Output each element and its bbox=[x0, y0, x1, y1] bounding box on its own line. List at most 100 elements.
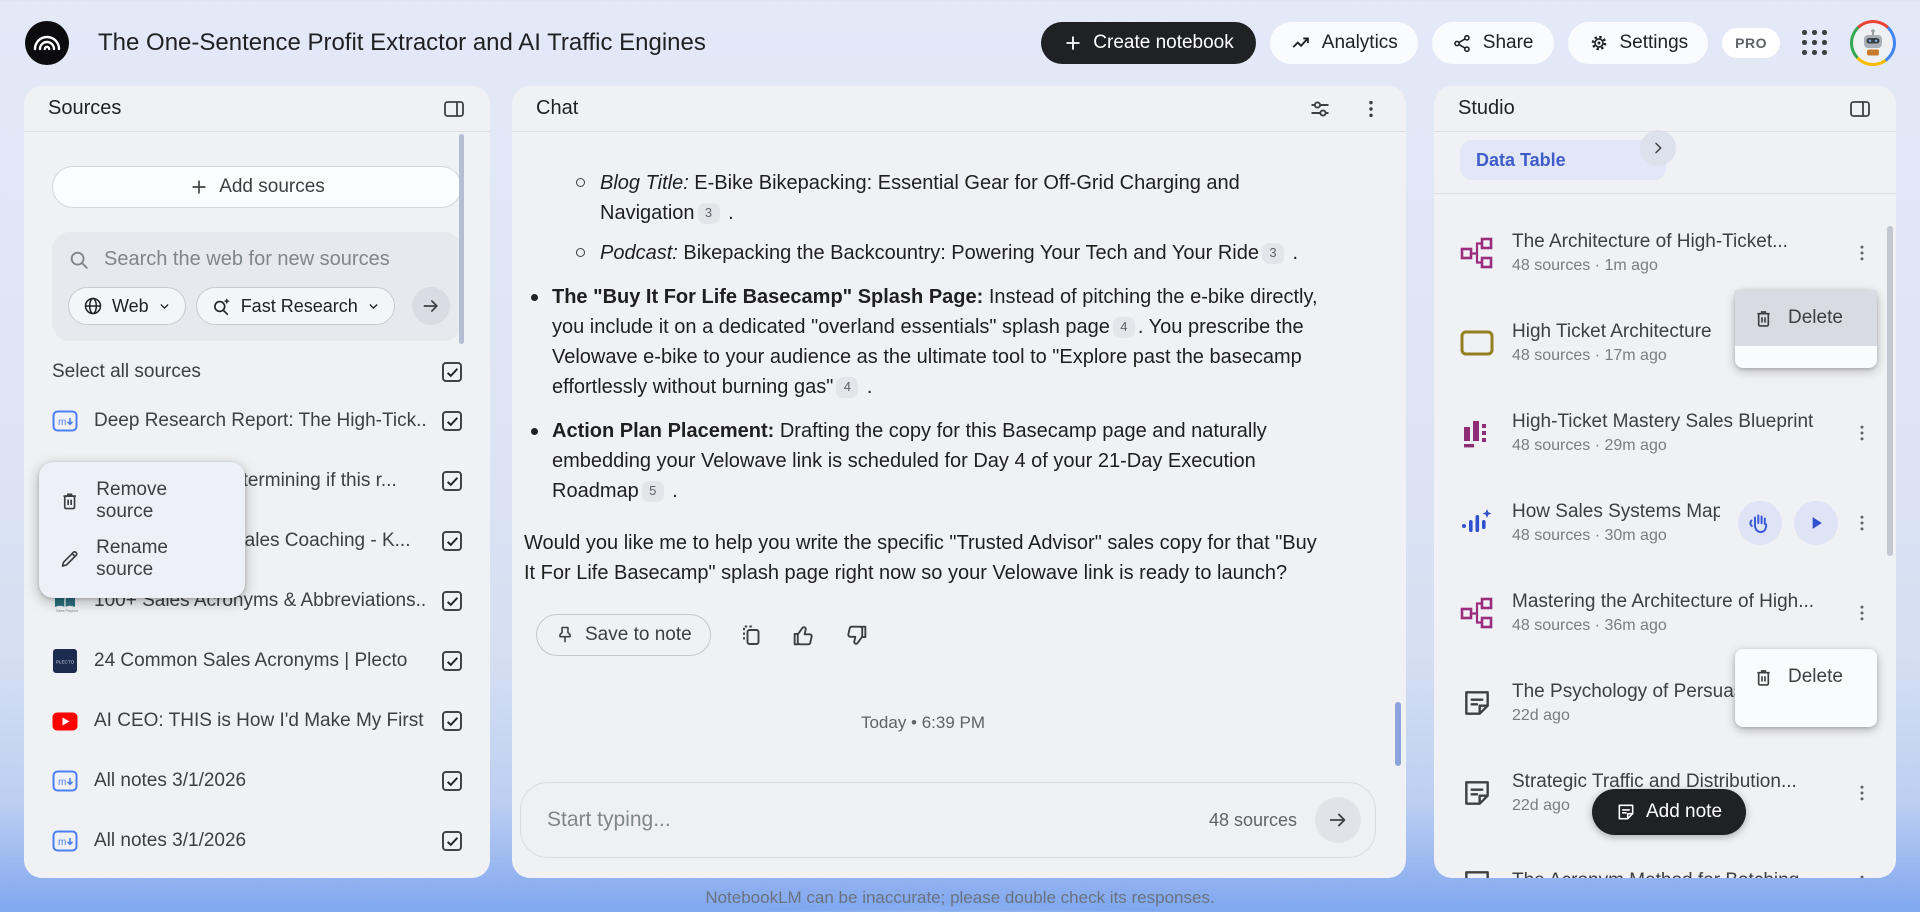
source-checkbox[interactable] bbox=[442, 711, 462, 731]
search-input[interactable] bbox=[104, 248, 434, 271]
chat-bullet: The "Buy It For Life Basecamp" Splash Pa… bbox=[524, 282, 1322, 402]
source-row[interactable]: PLECTO 24 Common Sales Acronyms | Plecto bbox=[24, 631, 490, 691]
play-button[interactable] bbox=[1794, 501, 1838, 545]
search-submit-button[interactable] bbox=[412, 287, 450, 325]
bar-chart-icon bbox=[1460, 417, 1494, 449]
delete-label: Delete bbox=[1788, 666, 1843, 688]
studio-item[interactable]: The Architecture of High-Ticket...48 sou… bbox=[1434, 208, 1896, 298]
select-all-checkbox[interactable] bbox=[442, 362, 462, 382]
source-title: All notes 3/1/2026 bbox=[94, 830, 426, 852]
add-note-label: Add note bbox=[1646, 801, 1722, 823]
source-checkbox[interactable] bbox=[442, 411, 462, 431]
mindmap-icon bbox=[1460, 597, 1494, 629]
item-more-menu-icon[interactable] bbox=[1850, 511, 1874, 535]
chevron-down-icon bbox=[367, 300, 380, 313]
citation-chip[interactable]: 3 bbox=[698, 203, 720, 224]
chat-input[interactable] bbox=[547, 808, 1209, 832]
search-icon bbox=[68, 249, 90, 271]
send-button[interactable] bbox=[1315, 797, 1361, 843]
markdown-doc-icon: m bbox=[52, 410, 78, 432]
apps-grid-icon[interactable] bbox=[1802, 30, 1828, 56]
studio-item-title: The Acronym Method for Batching... bbox=[1512, 870, 1832, 878]
source-checkbox[interactable] bbox=[442, 771, 462, 791]
thumbs-up-icon[interactable] bbox=[791, 623, 816, 648]
rename-source-menu-item[interactable]: Rename source bbox=[39, 530, 245, 588]
citation-chip[interactable]: 5 bbox=[642, 481, 664, 502]
citation-chip[interactable]: 3 bbox=[1262, 243, 1284, 264]
source-checkbox[interactable] bbox=[442, 591, 462, 611]
source-checkbox[interactable] bbox=[442, 531, 462, 551]
studio-item[interactable]: Mastering the Architecture of High...48 … bbox=[1434, 568, 1896, 658]
studio-item-meta: 48 sources · 36m ago bbox=[1512, 617, 1832, 635]
item-more-menu-icon[interactable] bbox=[1850, 781, 1874, 805]
add-note-button[interactable]: Add note bbox=[1592, 789, 1746, 835]
copy-icon[interactable] bbox=[739, 623, 763, 647]
research-mode-dropdown[interactable]: Fast Research bbox=[196, 287, 395, 325]
source-title: Deep Research Report: The High-Tick... bbox=[94, 410, 426, 432]
pencil-icon bbox=[59, 548, 80, 570]
chevron-right-icon bbox=[1650, 140, 1666, 156]
studio-item[interactable]: The Acronym Method for Batching... bbox=[1434, 838, 1896, 878]
frame-icon bbox=[1460, 329, 1494, 357]
chat-scrollbar[interactable] bbox=[1395, 702, 1401, 766]
share-button[interactable]: Share bbox=[1432, 22, 1554, 64]
studio-panel: Studio Data Table The Architecture of Hi… bbox=[1434, 86, 1896, 878]
trash-icon bbox=[1753, 667, 1774, 688]
data-table-chip[interactable]: Data Table bbox=[1460, 140, 1666, 180]
settings-button[interactable]: Settings bbox=[1568, 22, 1709, 64]
delete-menu-item[interactable]: Delete bbox=[1735, 290, 1877, 346]
item-more-menu-icon[interactable] bbox=[1850, 421, 1874, 445]
tune-icon[interactable] bbox=[1308, 97, 1332, 121]
chip-scroll-button[interactable] bbox=[1640, 130, 1676, 166]
collapse-panel-icon[interactable] bbox=[1848, 97, 1872, 121]
data-table-chip-label: Data Table bbox=[1476, 150, 1566, 171]
chat-closing-question: Would you like me to help you write the … bbox=[524, 528, 1322, 588]
add-sources-label: Add sources bbox=[219, 176, 325, 198]
arrow-right-icon bbox=[1327, 809, 1349, 831]
note-icon bbox=[1460, 687, 1494, 719]
source-checkbox[interactable] bbox=[442, 471, 462, 491]
studio-item[interactable]: High-Ticket Mastery Sales Blueprint48 so… bbox=[1434, 388, 1896, 478]
web-source-dropdown[interactable]: Web bbox=[68, 287, 186, 325]
more-menu-icon[interactable] bbox=[1360, 98, 1382, 120]
delete-menu-item[interactable]: Delete bbox=[1735, 649, 1877, 705]
analytics-button[interactable]: Analytics bbox=[1270, 22, 1418, 64]
bullet-body: Bikepacking the Backcountry: Powering Yo… bbox=[678, 242, 1259, 264]
item-more-menu-icon[interactable] bbox=[1850, 241, 1874, 265]
create-notebook-label: Create notebook bbox=[1093, 32, 1234, 54]
source-checkbox[interactable] bbox=[442, 831, 462, 851]
item-more-menu-icon[interactable] bbox=[1850, 871, 1874, 878]
citation-chip[interactable]: 4 bbox=[1113, 317, 1135, 338]
chat-message: Blog Title: E-Bike Bikepacking: Essentia… bbox=[512, 132, 1406, 738]
mindmap-icon bbox=[1460, 237, 1494, 269]
sources-scrollbar[interactable] bbox=[459, 134, 464, 344]
remove-source-menu-item[interactable]: Remove source bbox=[39, 472, 245, 530]
studio-item[interactable]: How Sales Systems Map...48 sources · 30m… bbox=[1434, 478, 1896, 568]
chat-sub-bullet: Blog Title: E-Bike Bikepacking: Essentia… bbox=[524, 168, 1322, 228]
svg-text:PLECTO: PLECTO bbox=[56, 660, 75, 665]
source-row[interactable]: m All notes 3/1/2026 bbox=[24, 751, 490, 811]
source-row[interactable]: m Deep Research Report: The High-Tick... bbox=[24, 391, 490, 451]
source-row[interactable]: AI CEO: THIS is How I'd Make My First ..… bbox=[24, 691, 490, 751]
disclaimer-text: NotebookLM can be inaccurate; please dou… bbox=[0, 888, 1920, 908]
chat-sub-bullet: Podcast: Bikepacking the Backcountry: Po… bbox=[524, 238, 1322, 268]
delete-context-menu: Delete bbox=[1735, 290, 1877, 368]
bullet-body: E-Bike Bikepacking: Essential Gear for O… bbox=[600, 172, 1240, 224]
interactive-mode-button[interactable] bbox=[1738, 501, 1782, 545]
account-avatar[interactable] bbox=[1850, 20, 1896, 66]
youtube-icon bbox=[52, 712, 78, 731]
collapse-panel-icon[interactable] bbox=[442, 97, 466, 121]
source-checkbox[interactable] bbox=[442, 651, 462, 671]
thumbs-down-icon[interactable] bbox=[844, 623, 869, 648]
item-more-menu-icon[interactable] bbox=[1850, 601, 1874, 625]
chevron-down-icon bbox=[158, 300, 171, 313]
source-row[interactable]: m All notes 3/1/2026 bbox=[24, 811, 490, 871]
create-notebook-button[interactable]: Create notebook bbox=[1041, 22, 1256, 64]
select-all-label: Select all sources bbox=[52, 361, 201, 383]
save-to-note-button[interactable]: Save to note bbox=[536, 614, 711, 656]
notebooklm-logo[interactable] bbox=[24, 20, 70, 66]
add-sources-button[interactable]: Add sources bbox=[52, 166, 462, 208]
save-to-note-label: Save to note bbox=[585, 620, 692, 650]
studio-scrollbar[interactable] bbox=[1887, 226, 1893, 556]
citation-chip[interactable]: 4 bbox=[836, 377, 858, 398]
